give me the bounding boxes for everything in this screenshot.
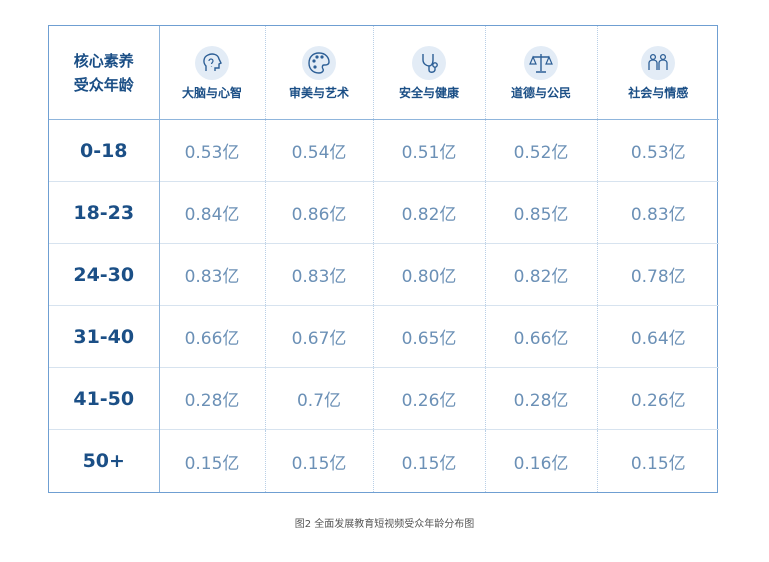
- table-cell: 0.28亿: [159, 367, 265, 430]
- age-label: 18-23: [49, 181, 160, 244]
- table-cell: 0.15亿: [596, 429, 719, 492]
- column-header-brain: 大脑与心智: [159, 26, 265, 120]
- column-label-safety: 安全与健康: [398, 86, 459, 101]
- table-cell: 0.80亿: [372, 243, 485, 306]
- table-cell: 0.67亿: [264, 305, 373, 368]
- table-cell: 0.83亿: [596, 181, 719, 244]
- table-cell: 0.86亿: [264, 181, 373, 244]
- table-cell: 0.84亿: [159, 181, 265, 244]
- table-cell: 0.82亿: [484, 243, 597, 306]
- table-row: 0-18 0.53亿 0.54亿 0.51亿 0.52亿 0.53亿: [49, 119, 719, 182]
- corner-header: 核心素养 受众年龄: [49, 26, 160, 120]
- brain-head-icon: [195, 46, 229, 81]
- audience-table: 核心素养 受众年龄 大脑与心智 审美与艺术 安全与健康 道德与公民 社会与情感 …: [49, 26, 719, 492]
- table-cell: 0.15亿: [372, 429, 485, 492]
- table-cell: 0.53亿: [596, 119, 719, 182]
- stethoscope-icon: [412, 46, 446, 81]
- palette-icon: [302, 46, 336, 81]
- table-row: 18-23 0.84亿 0.86亿 0.82亿 0.85亿 0.83亿: [49, 181, 719, 244]
- column-label-social: 社会与情感: [628, 86, 689, 101]
- table-cell: 0.51亿: [372, 119, 485, 182]
- age-label: 0-18: [49, 119, 160, 182]
- table-cell: 0.15亿: [159, 429, 265, 492]
- table-cell: 0.83亿: [159, 243, 265, 306]
- table-cell: 0.66亿: [484, 305, 597, 368]
- age-label: 41-50: [49, 367, 160, 430]
- table-cell: 0.53亿: [159, 119, 265, 182]
- table-cell: 0.28亿: [484, 367, 597, 430]
- scales-icon: [524, 46, 558, 81]
- age-label: 31-40: [49, 305, 160, 368]
- table-cell: 0.7亿: [264, 367, 373, 430]
- table-row: 50+ 0.15亿 0.15亿 0.15亿 0.16亿 0.15亿: [49, 429, 719, 492]
- table-row: 41-50 0.28亿 0.7亿 0.26亿 0.28亿 0.26亿: [49, 367, 719, 430]
- corner-label-dimension: 核心素养: [73, 51, 134, 70]
- table-cell: 0.26亿: [596, 367, 719, 430]
- column-header-safety: 安全与健康: [372, 26, 485, 120]
- column-label-morality: 道德与公民: [510, 86, 571, 101]
- column-header-art: 审美与艺术: [264, 26, 373, 120]
- table-row: 24-30 0.83亿 0.83亿 0.80亿 0.82亿 0.78亿: [49, 243, 719, 306]
- column-label-brain: 大脑与心智: [181, 86, 242, 101]
- table-cell: 0.15亿: [264, 429, 373, 492]
- people-icon: [641, 46, 676, 81]
- table-cell: 0.66亿: [159, 305, 265, 368]
- table-cell: 0.52亿: [484, 119, 597, 182]
- column-header-social: 社会与情感: [596, 26, 719, 120]
- table-row: 31-40 0.66亿 0.67亿 0.65亿 0.66亿 0.64亿: [49, 305, 719, 368]
- corner-label-age: 受众年龄: [73, 75, 134, 94]
- table-cell: 0.54亿: [264, 119, 373, 182]
- table-cell: 0.85亿: [484, 181, 597, 244]
- table-cell: 0.16亿: [484, 429, 597, 492]
- age-label: 50+: [49, 429, 160, 492]
- table-cell: 0.83亿: [264, 243, 373, 306]
- age-label: 24-30: [49, 243, 160, 306]
- audience-table-frame: 核心素养 受众年龄 大脑与心智 审美与艺术 安全与健康 道德与公民 社会与情感 …: [48, 25, 719, 493]
- column-label-art: 审美与艺术: [288, 86, 349, 101]
- table-cell: 0.64亿: [596, 305, 719, 368]
- figure-caption: 图2 全面发展教育短视频受众年龄分布图: [294, 519, 475, 530]
- table-cell: 0.78亿: [596, 243, 719, 306]
- table-header-row: 核心素养 受众年龄 大脑与心智 审美与艺术 安全与健康 道德与公民 社会与情感: [49, 26, 719, 120]
- table-cell: 0.26亿: [372, 367, 485, 430]
- column-header-morality: 道德与公民: [484, 26, 597, 120]
- table-cell: 0.65亿: [372, 305, 485, 368]
- table-cell: 0.82亿: [372, 181, 485, 244]
